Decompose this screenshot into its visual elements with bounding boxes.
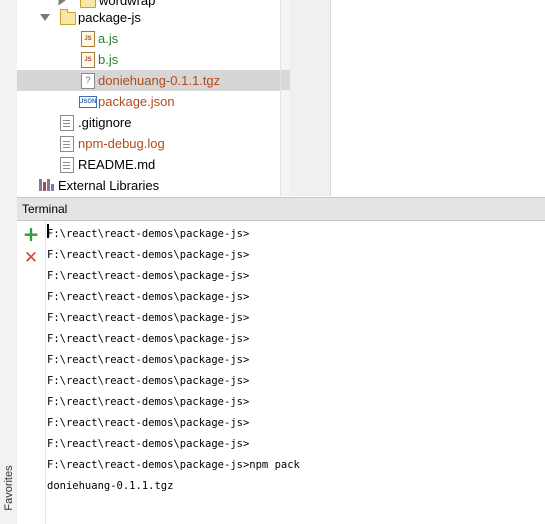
terminal-line: F:\react\react-demos\package-js> bbox=[47, 291, 250, 303]
tree-item-package-js[interactable]: package-js bbox=[17, 7, 280, 28]
terminal-line: F:\react\react-demos\package-js> bbox=[47, 333, 250, 345]
js-file-icon: JS bbox=[81, 52, 95, 68]
plus-icon[interactable]: + bbox=[23, 224, 40, 244]
terminal-line: F:\react\react-demos\package-js> bbox=[47, 417, 250, 429]
close-icon[interactable]: ✕ bbox=[23, 250, 39, 267]
favorites-tab[interactable]: Favorites bbox=[0, 460, 17, 520]
tree-item-label: package-js bbox=[78, 10, 141, 25]
tree-item-label: b.js bbox=[98, 52, 119, 67]
terminal-line: F:\react\react-demos\package-js> bbox=[47, 354, 250, 366]
json-file-icon: JSON bbox=[79, 96, 97, 108]
text-file-icon bbox=[60, 136, 74, 152]
terminal-line: F:\react\react-demos\package-js> bbox=[47, 396, 250, 408]
tree-scrollbar-thumb[interactable] bbox=[281, 70, 290, 90]
terminal-line: F:\react\react-demos\package-js> bbox=[47, 249, 250, 261]
terminal-line: doniehuang-0.1.1.tgz bbox=[47, 480, 174, 492]
terminal-line: F:\react\react-demos\package-js> bbox=[47, 312, 250, 324]
terminal-line: F:\react\react-demos\package-js> bbox=[47, 438, 250, 450]
tree-item-tgz[interactable]: ? doniehuang-0.1.1.tgz bbox=[17, 70, 290, 91]
tree-item-label: npm-debug.log bbox=[78, 136, 165, 151]
terminal-line: F:\react\react-demos\package-js>npm pack bbox=[47, 459, 300, 471]
terminal-title: Terminal bbox=[22, 202, 68, 216]
text-file-icon bbox=[60, 157, 74, 173]
tree-item-package-json[interactable]: JSON package.json bbox=[17, 91, 280, 112]
terminal-output[interactable]: F:\react\react-demos\package-js> F:\reac… bbox=[46, 221, 545, 524]
terminal-line: F:\react\react-demos\package-js> bbox=[47, 270, 250, 282]
tree-item-label: .gitignore bbox=[78, 115, 132, 130]
tree-item-a-js[interactable]: JS a.js bbox=[17, 28, 280, 49]
tree-item-npm-debug[interactable]: npm-debug.log bbox=[17, 133, 280, 154]
tree-item-gitignore[interactable]: .gitignore bbox=[17, 112, 280, 133]
collapsed-arrow-icon[interactable] bbox=[58, 0, 66, 6]
tree-item-label: README.md bbox=[78, 157, 156, 172]
tree-item-label: a.js bbox=[98, 31, 119, 46]
left-tool-gutter: Favorites bbox=[0, 0, 18, 524]
expanded-arrow-icon[interactable] bbox=[40, 14, 50, 21]
js-file-icon: JS bbox=[81, 31, 95, 47]
project-tree[interactable]: wordwrap package-js JS a.js JS b.js ? do… bbox=[17, 0, 290, 196]
panel-divider[interactable] bbox=[290, 0, 331, 196]
tree-item-label: External Libraries bbox=[58, 178, 160, 193]
tree-item-readme[interactable]: README.md bbox=[17, 154, 280, 175]
tree-item-label: package.json bbox=[98, 94, 175, 109]
terminal-header[interactable]: Terminal bbox=[17, 197, 545, 221]
tree-item-b-js[interactable]: JS b.js bbox=[17, 49, 280, 70]
editor-area[interactable] bbox=[331, 0, 545, 196]
unknown-file-icon: ? bbox=[81, 73, 95, 89]
tree-item-label: doniehuang-0.1.1.tgz bbox=[98, 73, 221, 88]
terminal-line: F:\react\react-demos\package-js> bbox=[47, 375, 250, 387]
tree-item-external-libraries[interactable]: External Libraries bbox=[17, 175, 280, 196]
favorites-label: Favorites bbox=[3, 465, 15, 511]
text-file-icon bbox=[60, 115, 74, 131]
library-icon bbox=[39, 179, 54, 191]
terminal-line: F:\react\react-demos\package-js> bbox=[47, 228, 250, 240]
terminal-toolbar: + ✕ bbox=[17, 221, 46, 524]
folder-icon bbox=[60, 9, 76, 25]
